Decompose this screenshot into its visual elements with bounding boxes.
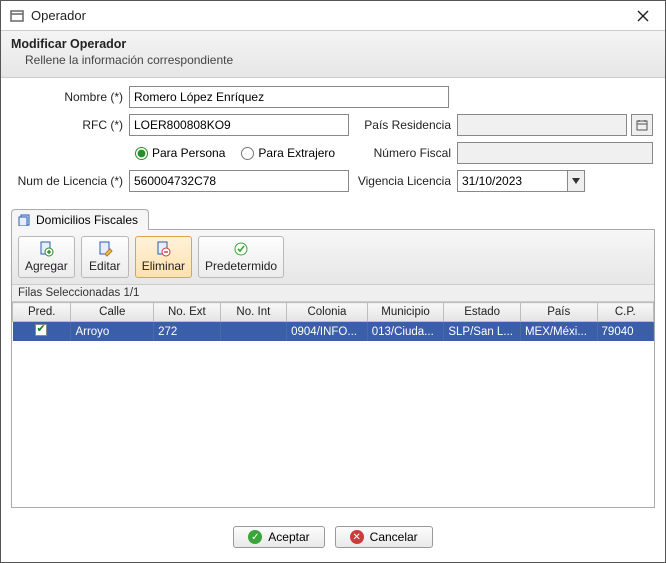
folder-icon	[18, 214, 32, 226]
cell-noint	[220, 322, 287, 342]
check-icon	[233, 241, 249, 257]
edit-icon	[97, 241, 113, 257]
col-colonia[interactable]: Colonia	[287, 303, 368, 322]
licencia-input[interactable]	[129, 170, 349, 192]
agregar-button[interactable]: Agregar	[18, 236, 75, 278]
col-cp[interactable]: C.P.	[597, 303, 653, 322]
radio-extranjero-input[interactable]	[241, 147, 254, 160]
rfc-label: RFC (*)	[11, 118, 129, 132]
editar-button[interactable]: Editar	[81, 236, 129, 278]
numero-fiscal-input[interactable]	[457, 142, 653, 164]
domicilios-grid[interactable]: Pred. Calle No. Ext No. Int Colonia Muni…	[12, 302, 654, 507]
titlebar: Operador	[1, 1, 665, 31]
rfc-input[interactable]	[129, 114, 349, 136]
cell-noext: 272	[154, 322, 221, 342]
domicilios-panel: Agregar Editar Eliminar Predetermido Fil…	[11, 229, 655, 508]
col-pais[interactable]: País	[520, 303, 597, 322]
eliminar-button[interactable]: Eliminar	[135, 236, 192, 278]
col-noint[interactable]: No. Int	[220, 303, 287, 322]
pais-residencia-label: País Residencia	[357, 118, 457, 132]
tab-label: Domicilios Fiscales	[36, 213, 138, 227]
cancelar-button[interactable]: ✕ Cancelar	[335, 526, 433, 548]
pred-checkbox-icon	[35, 324, 47, 336]
col-estado[interactable]: Estado	[444, 303, 521, 322]
close-button[interactable]	[629, 6, 657, 26]
vigencia-dropdown-button[interactable]	[567, 170, 585, 192]
nombre-label: Nombre (*)	[11, 90, 129, 104]
cell-colonia: 0904/INFO...	[287, 322, 368, 342]
vigencia-date-combo	[457, 170, 585, 192]
cancel-icon: ✕	[350, 530, 364, 544]
tab-domicilios-fiscales[interactable]: Domicilios Fiscales	[11, 209, 149, 230]
header-subtitle: Rellene la información correspondiente	[11, 53, 655, 67]
window-title: Operador	[31, 8, 629, 23]
licencia-label: Num de Licencia (*)	[11, 174, 129, 188]
col-municipio[interactable]: Municipio	[367, 303, 444, 322]
header: Modificar Operador Rellene la informació…	[1, 31, 665, 78]
cell-municipio: 013/Ciuda...	[367, 322, 444, 342]
ok-icon: ✓	[248, 530, 262, 544]
table-row[interactable]: Arroyo 272 0904/INFO... 013/Ciuda... SLP…	[13, 322, 654, 342]
col-noext[interactable]: No. Ext	[154, 303, 221, 322]
delete-icon	[155, 241, 171, 257]
radio-persona-input[interactable]	[135, 147, 148, 160]
app-icon	[9, 8, 25, 24]
nombre-input[interactable]	[129, 86, 449, 108]
pais-residencia-input[interactable]	[457, 114, 627, 136]
vigencia-label: Vigencia Licencia	[357, 174, 457, 188]
cell-calle: Arroyo	[71, 322, 154, 342]
aceptar-button[interactable]: ✓ Aceptar	[233, 526, 324, 548]
add-icon	[38, 241, 54, 257]
predeterminado-button[interactable]: Predetermido	[198, 236, 284, 278]
toolbar: Agregar Editar Eliminar Predetermido	[12, 230, 654, 285]
selection-info: Filas Seleccionadas 1/1	[12, 285, 654, 302]
col-pred[interactable]: Pred.	[13, 303, 71, 322]
pais-picker-button[interactable]	[631, 114, 653, 136]
cell-estado: SLP/San L...	[444, 322, 521, 342]
vigencia-input[interactable]	[457, 170, 567, 192]
numero-fiscal-label: Número Fiscal	[357, 146, 457, 160]
grid-header-row: Pred. Calle No. Ext No. Int Colonia Muni…	[13, 303, 654, 322]
radio-persona[interactable]: Para Persona	[135, 146, 225, 160]
radio-extranjero[interactable]: Para Extrajero	[241, 146, 335, 160]
cell-pais: MEX/Méxi...	[520, 322, 597, 342]
chevron-down-icon	[572, 178, 580, 184]
cell-cp: 79040	[597, 322, 653, 342]
header-title: Modificar Operador	[11, 37, 655, 51]
footer: ✓ Aceptar ✕ Cancelar	[1, 516, 665, 562]
form: Nombre (*) RFC (*) País Residencia Para …	[1, 78, 665, 202]
tipo-radio-group: Para Persona Para Extrajero	[129, 146, 349, 160]
col-calle[interactable]: Calle	[71, 303, 154, 322]
tabbar: Domicilios Fiscales	[1, 202, 665, 229]
operador-dialog: Operador Modificar Operador Rellene la i…	[0, 0, 666, 563]
